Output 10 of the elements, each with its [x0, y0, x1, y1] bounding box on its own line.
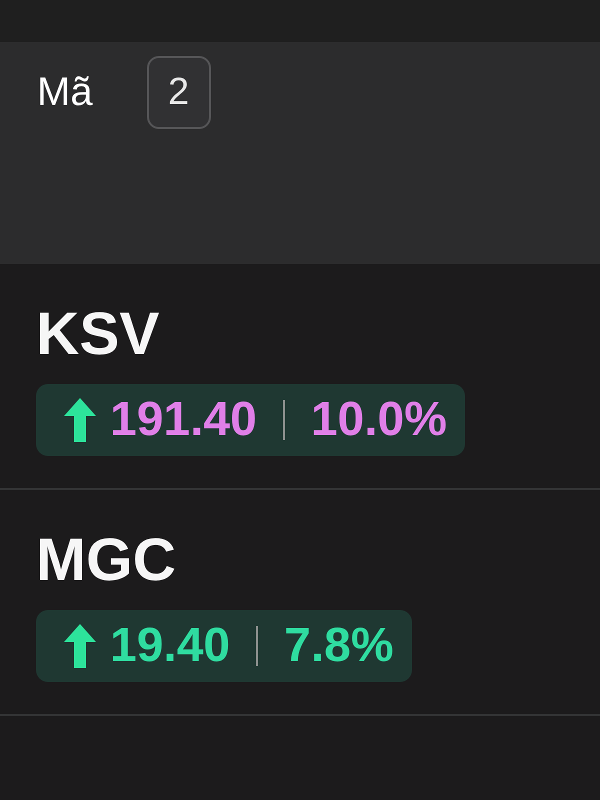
price-text: 191.40 — [110, 392, 257, 448]
price-text: 19.40 — [110, 618, 230, 674]
up-arrow-icon — [64, 398, 96, 442]
count-badge: 2 — [146, 56, 211, 129]
up-arrow-icon — [64, 624, 96, 668]
stock-symbol: MGC — [36, 530, 177, 590]
change-percent: 10.0% — [310, 392, 447, 448]
change-percent: 7.8% — [284, 618, 394, 674]
column-label: Mã — [37, 69, 93, 116]
stock-symbol: KSV — [36, 304, 160, 364]
